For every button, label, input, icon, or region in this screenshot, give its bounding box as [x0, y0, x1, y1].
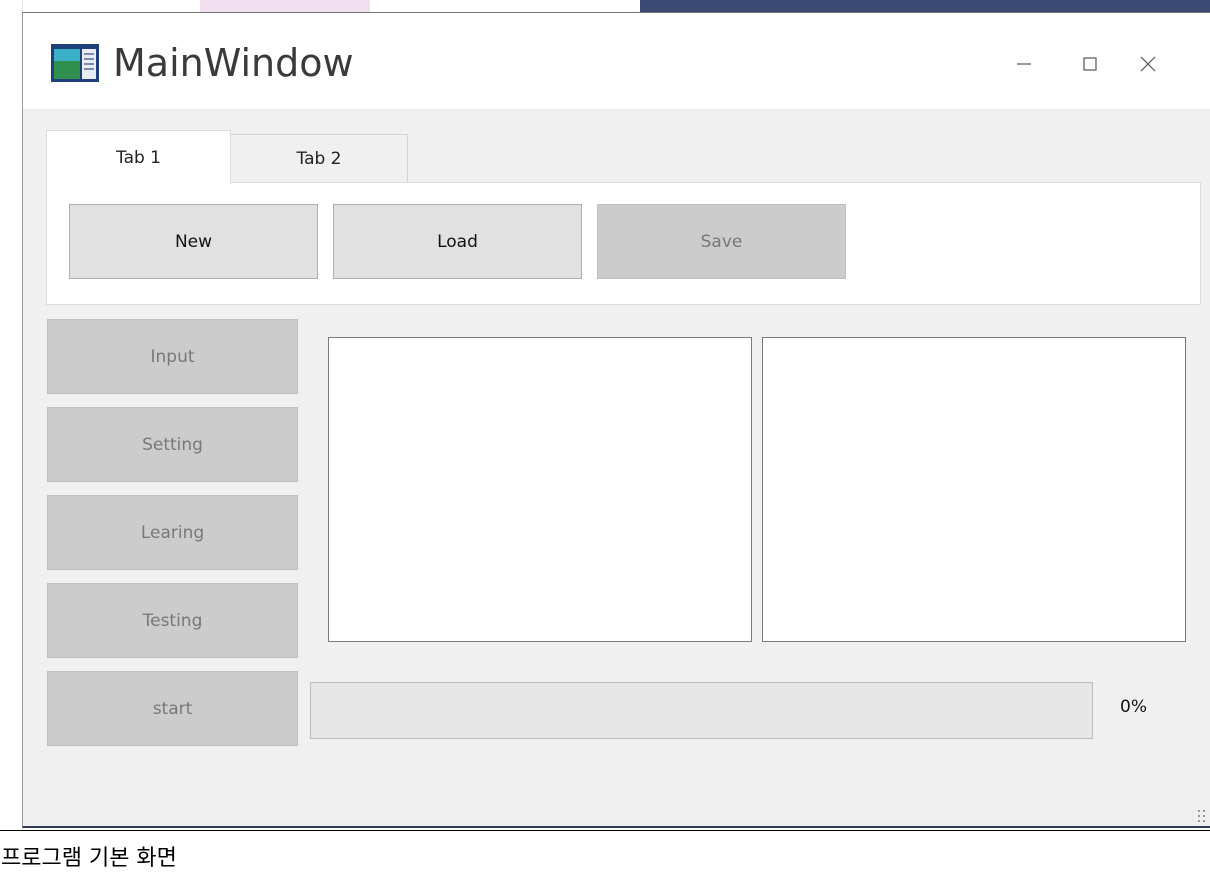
app-window-icon: [51, 44, 99, 82]
input-button[interactable]: Input: [47, 319, 298, 394]
title-bar[interactable]: MainWindow: [23, 13, 1210, 109]
close-button[interactable]: [1133, 49, 1163, 79]
maximize-button[interactable]: [1075, 49, 1105, 79]
main-window: MainWindow Tab 1 Tab 2 New Load Save Inp…: [22, 12, 1210, 828]
start-button[interactable]: start: [47, 671, 298, 746]
load-button[interactable]: Load: [333, 204, 582, 279]
output-display-box[interactable]: [762, 337, 1186, 642]
progress-label: 0%: [1120, 697, 1147, 717]
tab-1[interactable]: Tab 1: [46, 130, 231, 184]
minimize-icon: [1017, 63, 1031, 65]
tab-panel: New Load Save: [46, 182, 1201, 305]
resize-grip-icon[interactable]: [1198, 810, 1206, 822]
maximize-icon: [1083, 57, 1097, 71]
figure-caption: 프로그램 기본 화면: [1, 846, 177, 871]
left-margin: [0, 0, 23, 830]
input-display-box[interactable]: [328, 337, 752, 642]
window-title: MainWindow: [113, 41, 354, 85]
tab-2[interactable]: Tab 2: [230, 134, 408, 182]
close-icon: [1140, 56, 1156, 72]
background-desktop-strip: [0, 0, 1210, 12]
save-button[interactable]: Save: [597, 204, 846, 279]
caption-divider: [0, 830, 1210, 831]
progress-bar: [310, 682, 1093, 739]
page: MainWindow Tab 1 Tab 2 New Load Save Inp…: [0, 0, 1210, 875]
minimize-button[interactable]: [1009, 49, 1039, 79]
new-button[interactable]: New: [69, 204, 318, 279]
learing-button[interactable]: Learing: [47, 495, 298, 570]
testing-button[interactable]: Testing: [47, 583, 298, 658]
setting-button[interactable]: Setting: [47, 407, 298, 482]
